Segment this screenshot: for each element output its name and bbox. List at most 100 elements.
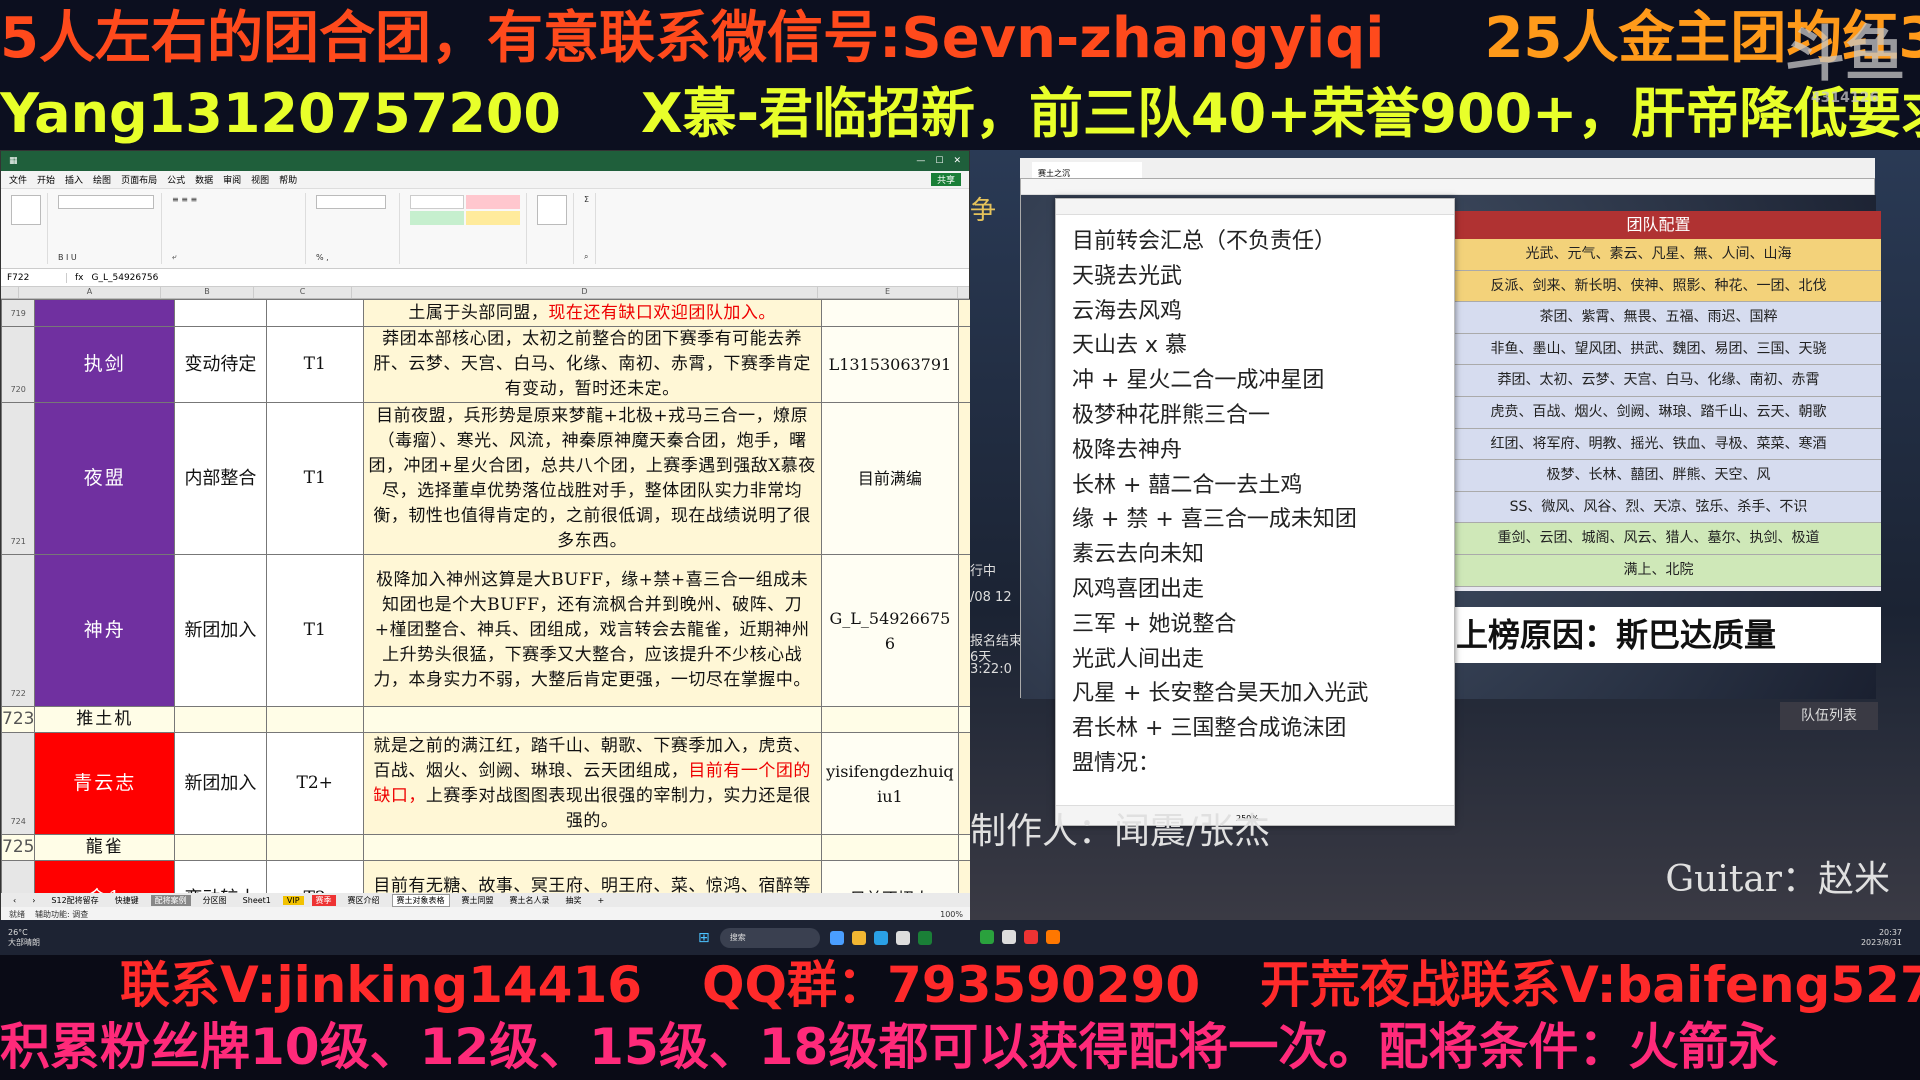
style-neutral[interactable]: [466, 211, 520, 225]
edge-icon[interactable]: [873, 930, 888, 945]
number-format-select[interactable]: [316, 195, 386, 209]
sheet-tab[interactable]: 抽奖: [562, 895, 586, 906]
team-cell[interactable]: [34, 299, 176, 327]
contact-cell[interactable]: 目前不招人: [820, 860, 960, 893]
style-normal[interactable]: [410, 195, 464, 209]
menu-item[interactable]: 页面布局: [121, 173, 157, 186]
wechat-icon[interactable]: [980, 930, 994, 944]
sheet-tab-active[interactable]: 赛土对象表格: [391, 893, 450, 907]
tab-nav-left-icon[interactable]: ‹: [9, 896, 20, 905]
add-sheet-icon[interactable]: +: [594, 896, 609, 905]
menu-item[interactable]: 公式: [167, 173, 185, 186]
font-select[interactable]: [58, 195, 154, 209]
name-box[interactable]: F722: [7, 272, 67, 283]
contact-cell[interactable]: yisifengdezhuiqiu1: [820, 732, 960, 835]
bold-icon[interactable]: B I U: [58, 253, 155, 262]
team-cell[interactable]: 神舟: [34, 554, 176, 707]
folder-icon[interactable]: [851, 930, 866, 945]
status-cell[interactable]: 变动待定: [174, 326, 267, 403]
style-bad[interactable]: [466, 195, 520, 209]
row-number[interactable]: 720: [1, 326, 36, 403]
accessibility-status[interactable]: 辅助功能: 调查: [35, 909, 88, 920]
share-button[interactable]: 共享: [930, 173, 961, 186]
menu-item[interactable]: 数据: [195, 173, 213, 186]
weather-widget[interactable]: 26°C 大部晴朗: [8, 928, 98, 948]
column-header[interactable]: A: [19, 287, 161, 298]
status-cell[interactable]: 新团加入: [174, 554, 267, 707]
sheet-grid[interactable]: 719 土属于头部同盟，现在还有缺口欢迎团队加入。 720 执剑 变动待定 T1…: [1, 299, 971, 893]
sheet-tab[interactable]: 分区图: [199, 895, 231, 906]
sheet-tab[interactable]: S12配将留存: [47, 895, 102, 906]
app-icon[interactable]: [829, 930, 844, 945]
row-number[interactable]: [1, 860, 36, 893]
team-list-button[interactable]: 队伍列表: [1780, 702, 1878, 730]
tab-nav-right-icon[interactable]: ›: [28, 896, 39, 905]
row-number[interactable]: 725: [1, 834, 36, 861]
contact-cell[interactable]: G_L_549266756: [820, 554, 960, 707]
menu-item[interactable]: 视图: [251, 173, 269, 186]
align-icon[interactable]: ≡ ≡ ≡: [172, 195, 299, 204]
contact-cell[interactable]: [820, 834, 960, 861]
tier-cell[interactable]: T2: [265, 860, 364, 893]
team-cell[interactable]: 青云志: [34, 732, 176, 835]
team-cell[interactable]: 命1: [34, 860, 176, 893]
desc-cell[interactable]: [362, 706, 822, 733]
sheet-tab[interactable]: 赛土名人录: [506, 895, 554, 906]
zoom-level[interactable]: 100%: [940, 910, 963, 919]
row-number[interactable]: 719: [1, 299, 36, 327]
app-icon[interactable]: [895, 930, 910, 945]
row-number[interactable]: 721: [1, 402, 36, 555]
status-cell[interactable]: 内部整合: [174, 402, 267, 555]
system-clock[interactable]: 20:37 2023/8/31: [1861, 928, 1902, 948]
desc-cell[interactable]: 莽团本部核心团，太初之前整合的团下赛季有可能去养肝、云梦、天宫、白马、化缘、南初…: [362, 326, 822, 403]
column-header[interactable]: E: [818, 287, 958, 298]
alliance-cell[interactable]: 龍雀: [34, 834, 176, 861]
tier-cell[interactable]: T2+: [265, 732, 364, 835]
close-icon[interactable]: ✕: [953, 156, 961, 166]
status-cell[interactable]: [174, 834, 267, 861]
team-cell[interactable]: 夜盟: [34, 402, 176, 555]
tier-cell[interactable]: T1: [265, 554, 364, 707]
paste-button[interactable]: [11, 195, 41, 225]
windows-start-icon[interactable]: ⊞: [698, 930, 710, 946]
sheet-tab[interactable]: VIP: [282, 895, 304, 905]
wrap-text-icon[interactable]: ⤶: [172, 252, 299, 262]
menu-item[interactable]: 插入: [65, 173, 83, 186]
corner-cell[interactable]: [1, 287, 19, 298]
desc-cell[interactable]: 土属于头部同盟，现在还有缺口欢迎团队加入。: [362, 299, 822, 327]
autosum-icon[interactable]: Σ: [584, 195, 589, 204]
desc-cell[interactable]: 就是之前的满江红，踏千山、朝歌、下赛季加入，虎贲、百战、烟火、剑阙、琳琅、云天团…: [362, 732, 822, 835]
status-cell[interactable]: 变动较小: [174, 860, 267, 893]
contact-cell[interactable]: [820, 706, 960, 733]
alliance-cell[interactable]: 推土机: [34, 706, 176, 733]
status-cell[interactable]: [174, 706, 267, 733]
app-icon[interactable]: [1024, 930, 1038, 944]
menu-item[interactable]: 文件: [9, 173, 27, 186]
tier-cell[interactable]: T1: [265, 326, 364, 403]
status-cell[interactable]: 新团加入: [174, 732, 267, 835]
desc-cell[interactable]: 极降加入神州这算是大BUFF，缘+禁+喜三合一组成未知团也是个大BUFF，还有流…: [362, 554, 822, 707]
tier-cell[interactable]: [265, 299, 364, 327]
percent-icon[interactable]: % ,: [316, 253, 393, 262]
column-header[interactable]: C: [254, 287, 352, 298]
status-cell[interactable]: [174, 299, 267, 327]
find-icon[interactable]: ⌕: [584, 252, 589, 262]
excel-icon[interactable]: [917, 930, 932, 945]
tier-cell[interactable]: T1: [265, 402, 364, 555]
column-header[interactable]: B: [161, 287, 254, 298]
row-number[interactable]: 724: [1, 732, 36, 835]
sheet-tab[interactable]: 快捷键: [111, 895, 143, 906]
desc-cell[interactable]: 目前夜盟，兵形势是原来梦龍+北极+戎马三合一，燎原（毒瘤）、寒光、风流，神秦原神…: [362, 402, 822, 555]
contact-cell[interactable]: 目前满编: [820, 402, 960, 555]
menu-item[interactable]: 审阅: [223, 173, 241, 186]
sheet-tab[interactable]: 赛季: [311, 894, 336, 906]
app-icon[interactable]: [1046, 930, 1060, 944]
sheet-tab[interactable]: Sheet1: [239, 896, 275, 905]
contact-cell[interactable]: L13153063791: [820, 326, 960, 403]
row-number[interactable]: 722: [1, 554, 36, 707]
desc-cell[interactable]: [362, 834, 822, 861]
menu-item[interactable]: 绘图: [93, 173, 111, 186]
team-cell[interactable]: 执剑: [34, 326, 176, 403]
sheet-tab[interactable]: 配将案例: [150, 894, 191, 906]
menu-item[interactable]: 帮助: [279, 173, 297, 186]
